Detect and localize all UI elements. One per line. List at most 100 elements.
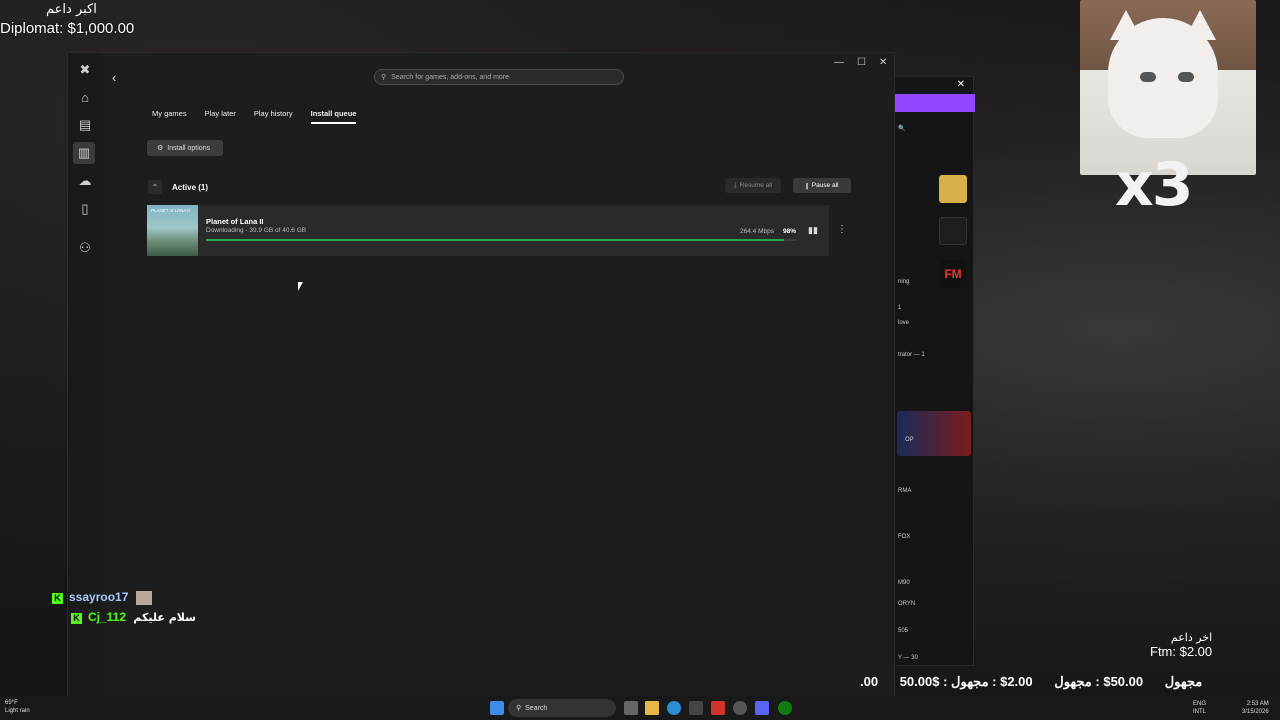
chat-username: ssayroo17: [69, 590, 129, 604]
taskbar-search[interactable]: ⚲ Search: [508, 699, 616, 717]
tab-play-later[interactable]: Play later: [205, 109, 236, 124]
search-input[interactable]: ⚲ Search for games, add-ons, and more: [374, 69, 624, 85]
minimize-button[interactable]: —: [834, 57, 844, 68]
search-placeholder: Search for games, add-ons, and more: [391, 73, 510, 81]
side-line: RMA: [898, 488, 912, 494]
brave-icon[interactable]: [711, 701, 725, 715]
search-icon: ⚲: [516, 705, 522, 712]
ticker-item: 50.00$ : مجهول: [1054, 674, 1144, 689]
discord-icon[interactable]: [755, 701, 769, 715]
side-line: ORYN: [898, 601, 916, 607]
file-explorer-icon[interactable]: [645, 701, 659, 715]
top-donor-value: Diplomat: $1,000.00: [0, 20, 135, 37]
last-donor-overlay: اخر داعم Ftm: $2.00: [1150, 631, 1212, 659]
side-line: 505: [898, 628, 909, 634]
chat-username: Cj_112: [88, 610, 127, 624]
time: 2:53 AM: [1246, 701, 1269, 707]
kick-badge-icon: K: [52, 593, 63, 604]
resume-all-button[interactable]: ⤓ Resume all: [725, 178, 781, 193]
chevron-up-icon[interactable]: ⌃: [148, 180, 162, 194]
gear-icon: ⚙: [157, 145, 164, 152]
lang: ENG: [1193, 701, 1207, 707]
thumbnail-text: PLANET of LANA II: [151, 208, 190, 213]
side-line: ning: [898, 279, 910, 285]
xbox-icon[interactable]: [778, 701, 792, 715]
side-line: OP: [905, 437, 914, 443]
ticker-item: 2.00$ : مجهول: [951, 674, 1033, 689]
bag-icon[interactable]: ▯: [76, 200, 94, 218]
library-icon[interactable]: ▥: [73, 142, 95, 164]
ticker-item: .00: [860, 674, 879, 689]
pause-all-button[interactable]: ∥ Pause all: [793, 178, 851, 193]
side-line: trator — 1: [898, 352, 925, 358]
background-app-window[interactable]: ✕ 🔍 FM ning 1 love trator — 1 OP RMA FOX…: [894, 76, 975, 666]
side-line: love: [898, 320, 910, 326]
app-header-bar: [895, 94, 975, 112]
active-section-header: ⌃ Active (1): [148, 180, 208, 194]
game-tile[interactable]: [939, 175, 967, 203]
start-icon[interactable]: [490, 701, 504, 715]
game-title: Planet of Lana II: [206, 217, 264, 226]
close-icon[interactable]: ✕: [957, 79, 965, 90]
close-button[interactable]: ✕: [879, 57, 887, 68]
resume-all-label: Resume all: [739, 182, 773, 189]
more-options-icon[interactable]: ⋮: [837, 224, 847, 235]
clock[interactable]: 2:53 AM 3/15/2026: [1242, 700, 1269, 716]
weather-desc: Light rain: [5, 708, 30, 714]
settings-icon[interactable]: [733, 701, 747, 715]
chat-message: K Cj_112 سلام عليكم: [71, 610, 196, 624]
stream-thumbnail[interactable]: [897, 411, 971, 456]
side-line: FOX: [898, 534, 911, 540]
lang2: INTL: [1193, 709, 1207, 715]
progress-fill: [206, 239, 785, 241]
weather-temp: 69°F: [5, 700, 18, 706]
back-chevron-icon[interactable]: ‹: [112, 70, 116, 85]
install-queue-item[interactable]: PLANET of LANA II Planet of Lana II Down…: [147, 205, 847, 256]
search-icon: ⚲: [381, 74, 387, 81]
library-tabs: My games Play later Play history Install…: [152, 109, 374, 124]
section-title: Active (1): [172, 182, 209, 192]
pause-icon: ∥: [805, 182, 809, 190]
download-status: Downloading - 39.9 GB of 40.6 GB: [206, 227, 307, 234]
last-donor-label: اخر داعم: [1170, 631, 1213, 644]
last-donor-value: Ftm: $2.00: [1150, 644, 1213, 659]
overwatch-tile[interactable]: [939, 217, 967, 245]
cloud-icon[interactable]: ☁: [76, 172, 94, 190]
side-line: M90: [898, 580, 910, 586]
taskbar-search-label: Search: [525, 704, 548, 712]
download-speed: 264.4 Mbps: [740, 228, 774, 235]
chat-message: Kssayroo17: [52, 590, 152, 605]
search-icon[interactable]: 🔍: [898, 125, 905, 132]
taskbar: 69°F Light rain ⚲ Search ENG INTL 2:53 A…: [0, 696, 1280, 720]
game-thumbnail: PLANET of LANA II: [147, 205, 198, 256]
pause-all-label: Pause all: [811, 182, 839, 189]
xbox-logo-icon[interactable]: ✖: [76, 61, 94, 79]
edge-icon[interactable]: [667, 701, 681, 715]
download-icon: ⤓: [733, 181, 737, 189]
maximize-button[interactable]: ☐: [857, 57, 866, 68]
store-icon[interactable]: [689, 701, 703, 715]
chat-text: سلام عليكم: [133, 611, 196, 624]
task-view-icon[interactable]: [624, 701, 638, 715]
progress-track: [206, 239, 796, 241]
tab-install-queue[interactable]: Install queue: [310, 109, 357, 124]
top-donor-label: اكبر داعم: [46, 2, 97, 17]
language-indicator[interactable]: ENG INTL: [1193, 700, 1206, 716]
fm-tile[interactable]: FM: [939, 260, 967, 288]
ticker-item: 50.00$ : مجهول: [899, 674, 1203, 689]
mouse-cursor: [298, 282, 303, 291]
kick-badge-icon: K: [71, 613, 82, 624]
friends-icon[interactable]: ⚇: [76, 239, 94, 257]
weather-widget[interactable]: 69°F Light rain: [5, 699, 30, 715]
emote-icon: [135, 590, 152, 605]
install-options-button[interactable]: ⚙ Install options: [147, 140, 223, 156]
tab-my-games[interactable]: My games: [152, 109, 187, 124]
store-icon[interactable]: ▤: [76, 116, 94, 134]
tab-play-history[interactable]: Play history: [254, 109, 293, 124]
date: 3/15/2026: [1242, 709, 1269, 715]
home-icon[interactable]: ⌂: [76, 88, 94, 106]
side-line: Y — 30: [898, 655, 918, 661]
cat-multiplier-text: x3: [1115, 150, 1193, 220]
download-percent: 98%: [783, 228, 797, 235]
pause-icon[interactable]: ▮▮: [808, 225, 818, 236]
